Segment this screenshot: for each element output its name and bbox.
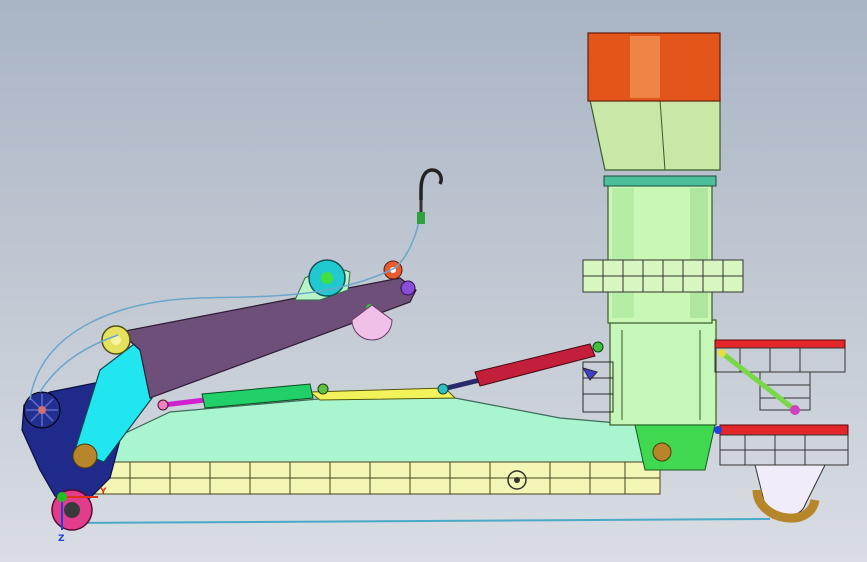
machine-model: Y Z xyxy=(21,32,849,544)
foot-bolt xyxy=(652,442,672,462)
tower-foot xyxy=(634,424,716,471)
axis-x-label: Y xyxy=(99,487,107,497)
linkage-bar xyxy=(308,387,457,401)
hopper xyxy=(589,99,721,171)
red-cylinder xyxy=(437,341,604,395)
ground-cable xyxy=(69,518,771,524)
tower-ring xyxy=(603,175,717,187)
side-cage xyxy=(581,361,614,413)
axis-z-label: Z xyxy=(58,534,65,544)
arm-pivot-bottom xyxy=(72,443,98,469)
diagonal-strut xyxy=(720,351,797,412)
boom-head-pin xyxy=(400,280,416,296)
right-lower-platform xyxy=(714,424,849,466)
upper-walkway xyxy=(582,259,744,293)
frame-body xyxy=(84,397,666,469)
chassis-grid xyxy=(89,461,661,495)
cad-viewport[interactable]: Y Z xyxy=(0,0,867,562)
hook xyxy=(417,168,443,224)
